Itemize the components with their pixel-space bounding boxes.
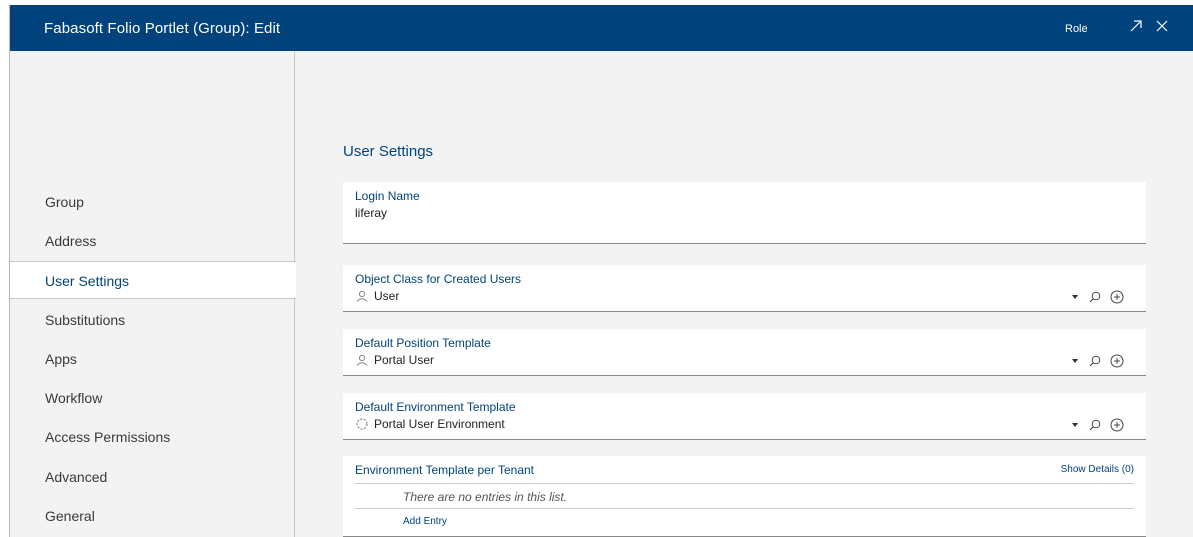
sidebar-item-access-permissions[interactable]: Access Permissions bbox=[10, 418, 295, 456]
divider bbox=[355, 508, 1134, 509]
role-button[interactable]: Role bbox=[1065, 23, 1088, 35]
sidebar-item-label: Group bbox=[45, 194, 84, 210]
sidebar-item-group[interactable]: Group bbox=[10, 183, 295, 221]
sidebar-item-label: User Settings bbox=[45, 273, 130, 289]
position-template-label: Default Position Template bbox=[355, 336, 491, 350]
show-details-link[interactable]: Show Details (0) bbox=[1061, 464, 1134, 475]
login-name-field[interactable]: Login Name liferay bbox=[343, 182, 1146, 244]
dropdown-caret-icon[interactable] bbox=[1067, 353, 1083, 369]
position-template-value-wrap[interactable]: Portal User bbox=[355, 353, 434, 367]
add-icon[interactable] bbox=[1109, 353, 1125, 369]
dropdown-caret-icon[interactable] bbox=[1067, 417, 1083, 433]
sidebar-item-address[interactable]: Address bbox=[10, 222, 295, 260]
user-icon bbox=[355, 290, 369, 302]
environment-template-value-wrap[interactable]: Portal User Environment bbox=[355, 417, 505, 431]
sidebar-item-label: Apps bbox=[45, 351, 77, 367]
environment-template-value: Portal User Environment bbox=[374, 417, 505, 431]
object-class-value: User bbox=[374, 289, 400, 303]
edit-window: Fabasoft Folio Portlet (Group): Edit Rol… bbox=[9, 5, 1193, 537]
environment-icon bbox=[355, 418, 369, 430]
login-name-label: Login Name bbox=[355, 189, 420, 203]
sidebar-item-workflow[interactable]: Workflow bbox=[10, 379, 295, 417]
search-icon[interactable] bbox=[1087, 353, 1103, 369]
position-template-value: Portal User bbox=[374, 353, 435, 367]
sidebar-item-label: Advanced bbox=[45, 469, 108, 485]
search-icon[interactable] bbox=[1087, 289, 1103, 305]
position-template-field[interactable]: Default Position Template Portal User bbox=[343, 329, 1146, 376]
sidebar-item-user-settings[interactable]: User Settings bbox=[10, 261, 296, 299]
object-class-value-wrap[interactable]: User bbox=[355, 289, 399, 303]
environment-template-label: Default Environment Template bbox=[355, 400, 516, 414]
title-bar: Fabasoft Folio Portlet (Group): Edit Rol… bbox=[10, 5, 1193, 51]
object-class-field[interactable]: Object Class for Created Users User bbox=[343, 265, 1146, 312]
sidebar-item-apps[interactable]: Apps bbox=[10, 340, 295, 378]
sidebar-item-substitutions[interactable]: Substitutions bbox=[10, 301, 295, 339]
sidebar-item-label: Access Permissions bbox=[45, 429, 171, 445]
sidebar-nav: Group Address User Settings Substitution… bbox=[10, 51, 296, 537]
add-icon[interactable] bbox=[1109, 289, 1125, 305]
divider bbox=[355, 483, 1134, 484]
environment-template-field[interactable]: Default Environment Template Portal User… bbox=[343, 393, 1146, 440]
add-entry-link[interactable]: Add Entry bbox=[403, 516, 447, 527]
object-class-label: Object Class for Created Users bbox=[355, 272, 522, 286]
sidebar-item-label: Substitutions bbox=[45, 312, 126, 328]
sidebar-item-advanced[interactable]: Advanced bbox=[10, 458, 295, 496]
section-title: User Settings bbox=[343, 143, 434, 160]
sidebar-item-label: Address bbox=[45, 233, 97, 249]
window-title: Fabasoft Folio Portlet (Group): Edit bbox=[44, 20, 281, 37]
sidebar-item-label: General bbox=[45, 508, 95, 524]
sidebar-item-label: Workflow bbox=[45, 390, 103, 406]
main-content: User Settings Login Name liferay Object … bbox=[296, 51, 1193, 537]
dropdown-caret-icon[interactable] bbox=[1067, 289, 1083, 305]
search-icon[interactable] bbox=[1087, 417, 1103, 433]
tenant-template-list-title: Environment Template per Tenant bbox=[355, 463, 534, 477]
maximize-icon[interactable] bbox=[1127, 17, 1145, 35]
login-name-value[interactable]: liferay bbox=[355, 206, 387, 220]
empty-list-message: There are no entries in this list. bbox=[403, 490, 568, 504]
tenant-template-list: Environment Template per Tenant Show Det… bbox=[343, 456, 1146, 537]
add-icon[interactable] bbox=[1109, 417, 1125, 433]
user-icon bbox=[355, 354, 369, 366]
close-icon[interactable] bbox=[1153, 17, 1171, 35]
sidebar-item-general[interactable]: General bbox=[10, 497, 295, 535]
